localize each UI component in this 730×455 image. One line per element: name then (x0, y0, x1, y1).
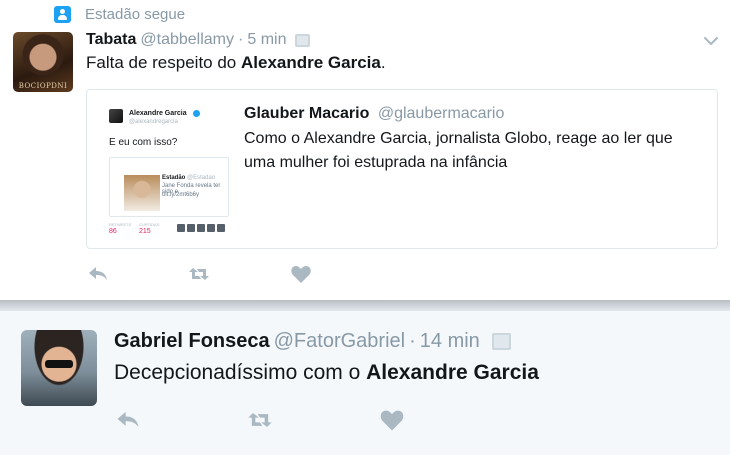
thumb-likes-label: CURTIDAS (139, 222, 160, 227)
quoted-author-name[interactable]: Glauber Macario (244, 105, 369, 122)
thumb-avatar (109, 109, 123, 123)
thumb-tweet-text: E eu com isso? (109, 137, 178, 148)
avatar-watermark: BOCIOPDNI (18, 82, 68, 90)
quoted-tweet-text: Como o Alexandre Garcia, jornalista Glob… (244, 130, 673, 171)
thumb-card-link: bit.ly/2mt6b6y (162, 192, 200, 198)
thumb-card-source: Estadão @Estadao (162, 175, 215, 181)
verified-icon (193, 110, 200, 117)
like-icon[interactable] (289, 262, 313, 286)
tweet-tabata[interactable]: Estadão segue BOCIOPDNI Tabata @tabbella… (0, 0, 730, 300)
quoted-media-thumbnail[interactable]: Alexandre Garcia @alexandregarcia E eu c… (104, 107, 232, 235)
tweet-text: Falta de respeito do Alexandre Garcia. (86, 52, 386, 74)
tweet-header: Gabriel Fonseca @FatorGabriel · 14 min (114, 330, 511, 353)
retweet-icon[interactable] (187, 262, 211, 286)
social-context: Estadão segue (54, 5, 185, 23)
tweet-text-prefix: Decepcionadíssimo com o (114, 361, 367, 384)
avatar[interactable]: BOCIOPDNI (13, 32, 73, 92)
thumb-author-handle: @alexandregarcia (129, 119, 178, 125)
author-handle[interactable]: @FatorGabriel (274, 330, 405, 353)
chevron-down-icon[interactable] (703, 33, 719, 49)
liker-avatar (197, 224, 205, 232)
thumb-retweets-label: RETWEETS (109, 222, 132, 227)
author-name[interactable]: Gabriel Fonseca (114, 330, 270, 353)
quoted-tweet-header: Glauber Macario @glaubermacario (244, 105, 504, 123)
device-icon (295, 33, 311, 47)
separator: · (409, 330, 416, 352)
timestamp[interactable]: 14 min (420, 330, 480, 353)
liker-avatar (177, 224, 185, 232)
tweet-header: Tabata @tabbellamy · 5 min (86, 31, 311, 49)
timestamp[interactable]: 5 min (247, 31, 286, 49)
tweet-text-prefix: Falta de respeito do (86, 53, 241, 72)
tweet-text: Decepcionadíssimo com o Alexandre Garcia (114, 360, 539, 386)
thumb-author-name: Alexandre Garcia (129, 110, 187, 117)
thumb-card-image (124, 175, 160, 211)
reply-icon[interactable] (114, 406, 142, 434)
thumb-likes-count: 215 (139, 228, 151, 235)
social-context-text: Estadão segue (85, 5, 186, 23)
thumb-retweets-count: 86 (109, 228, 117, 235)
author-name[interactable]: Tabata (86, 31, 136, 49)
tweet-text-suffix: . (380, 53, 386, 72)
quoted-tweet[interactable]: Alexandre Garcia @alexandregarcia E eu c… (86, 89, 718, 249)
liker-avatar (207, 224, 215, 232)
thumb-card-source-handle: @Estadao (187, 175, 216, 181)
mention-name: Alexandre Garcia (366, 361, 539, 384)
quoted-author-handle[interactable]: @glaubermacario (378, 105, 505, 122)
reply-icon[interactable] (86, 262, 110, 286)
like-icon[interactable] (378, 406, 406, 434)
person-icon (54, 5, 71, 23)
thumb-stats: RETWEETS 86 CURTIDAS 215 (109, 222, 233, 236)
retweet-icon[interactable] (246, 406, 274, 434)
liker-avatar (187, 224, 195, 232)
avatar-sunglasses (45, 360, 73, 368)
liker-avatar (217, 224, 225, 232)
author-handle[interactable]: @tabbellamy (140, 31, 234, 49)
separator: · (238, 31, 244, 48)
thumb-liker-avatars (177, 224, 225, 232)
mention-name: Alexandre Garcia (240, 53, 381, 72)
thumb-card-source-name: Estadão (162, 175, 186, 181)
avatar[interactable] (21, 330, 97, 406)
tweet-gabriel[interactable]: Gabriel Fonseca @FatorGabriel · 14 min D… (0, 311, 730, 455)
device-icon (491, 333, 511, 350)
